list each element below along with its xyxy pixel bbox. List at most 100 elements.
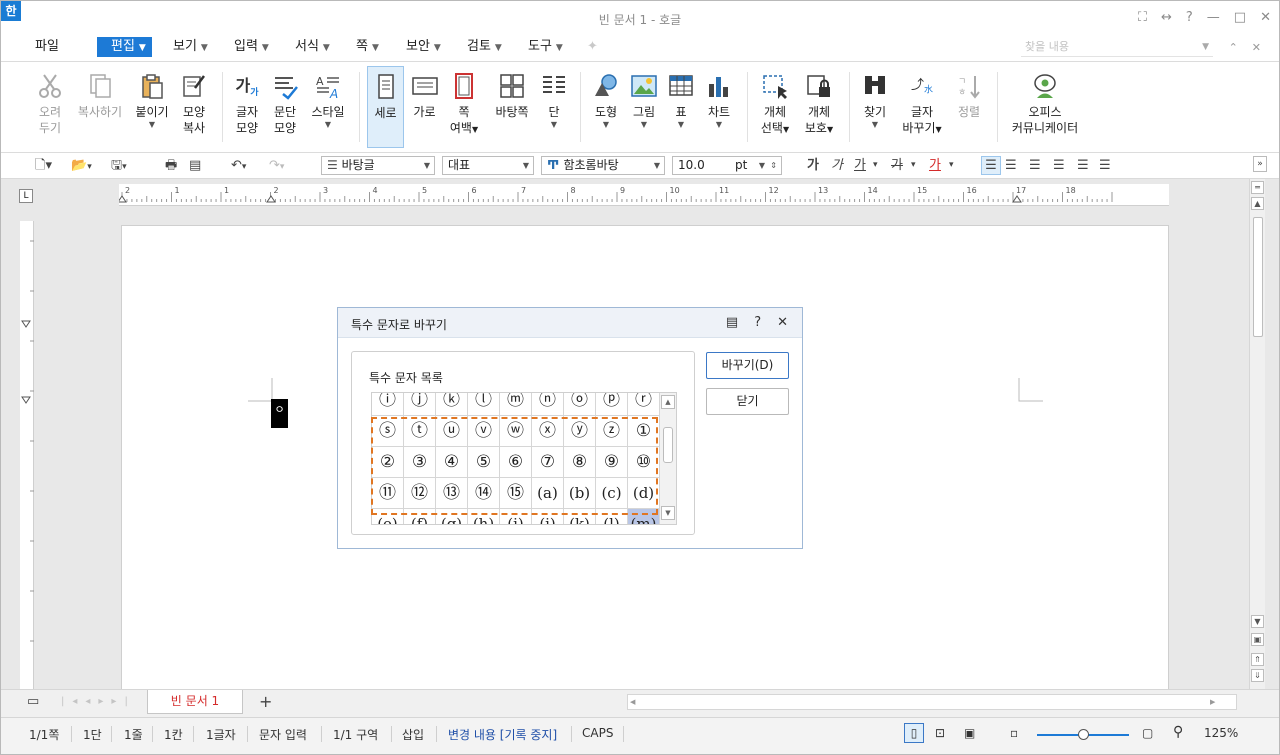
undo-icon[interactable]: ↶▾ [231, 156, 246, 175]
underline-button[interactable]: 가 [854, 156, 866, 175]
image-button[interactable]: 그림 ▼ [627, 66, 661, 148]
justify-align-icon[interactable]: ☰ [981, 156, 1001, 175]
resize-icon[interactable]: ↔ [1161, 10, 1172, 25]
char-cell[interactable]: (m) [628, 509, 660, 524]
zoom-level[interactable]: 125% [1204, 726, 1238, 740]
char-cell[interactable]: ⓤ [436, 416, 468, 447]
left-margin-marker[interactable] [266, 195, 276, 203]
right-margin-marker[interactable] [1012, 195, 1022, 203]
char-cell[interactable]: ⑦ [532, 447, 564, 478]
office-communicator-button[interactable]: 오피스 커뮤니케이터 [1005, 66, 1085, 148]
char-cell[interactable]: (c) [596, 478, 628, 509]
add-tab-button[interactable]: + [259, 692, 272, 711]
char-cell[interactable]: (h) [468, 509, 500, 524]
horizontal-orientation-button[interactable]: 가로 [406, 66, 443, 148]
scroll-left-button[interactable]: ◀ [630, 697, 642, 707]
font-size-input[interactable]: 10.0 pt ▼ ⇕ [672, 156, 782, 175]
scroll-down-button[interactable]: ▼ [1251, 615, 1264, 628]
char-replace-button[interactable]: ⤴水 글자 바꾸기▼ [897, 66, 947, 148]
object-protect-button[interactable]: 개체 보호▼ [799, 66, 839, 148]
char-cell[interactable]: (g) [436, 509, 468, 524]
font-color-button[interactable]: 가 [929, 156, 941, 175]
dialog-close-icon[interactable]: ✕ [777, 315, 788, 330]
style-select[interactable]: ☰ 바탕글 ▼ [321, 156, 435, 175]
char-cell[interactable]: ⓜ [500, 393, 532, 416]
zoom-in-icon[interactable]: ▢ [1142, 726, 1153, 740]
char-cell[interactable]: ⓦ [500, 416, 532, 447]
char-cell[interactable]: (f) [404, 509, 436, 524]
dialog-info-icon[interactable]: ▤ [726, 315, 738, 330]
sort-button[interactable]: ㄱㅎ 정렬 [951, 66, 987, 148]
menu-security[interactable]: 보안 ▼ [402, 37, 445, 57]
grid-scroll-thumb[interactable] [663, 427, 673, 463]
horizontal-ruler[interactable]: 2 1 1 2 3 4 5 6 7 8 9 10 11 12 13 14 15 16 17 18 [117, 184, 1169, 206]
align-left-icon[interactable]: ☰ [1005, 156, 1017, 175]
special-char-grid[interactable]: ⓘ ⓙ ⓚ ⓛ ⓜ ⓝ ⓞ ⓟ ⓡ ⓢ ⓣ ⓤ ⓥ ⓦ ⓧ ⓨ ⓩ ① ② ③ ④ ⑤ ⑥ ⑦ ⑧ ⑨ ⑩ ⑪ ⑫ ⑬ ⑭ ⑮ (a) (b) (c… [371, 392, 677, 525]
prev-page-button[interactable]: ⇑ [1251, 653, 1264, 666]
maximize-button[interactable]: □ [1234, 10, 1246, 25]
shape-button[interactable]: 도형 ▼ [587, 66, 625, 148]
language-select[interactable]: 대표 ▼ [442, 156, 534, 175]
char-cell[interactable]: ⓚ [436, 393, 468, 416]
table-button[interactable]: 표 ▼ [663, 66, 699, 148]
vertical-ruler[interactable] [20, 221, 34, 689]
align-right-icon[interactable]: ☰ [1053, 156, 1065, 175]
scroll-thumb[interactable] [1253, 217, 1263, 337]
preview-icon[interactable]: ▤ [189, 156, 201, 175]
char-cell[interactable]: (i) [500, 509, 532, 524]
char-cell[interactable]: ⓥ [468, 416, 500, 447]
char-cell[interactable]: ⑪ [372, 478, 404, 509]
char-cell[interactable]: ⓣ [404, 416, 436, 447]
zoom-search-icon[interactable]: ⚲ [1173, 724, 1183, 740]
redo-icon[interactable]: ↷▾ [269, 156, 284, 175]
normal-view-icon[interactable]: ▯ [904, 723, 924, 743]
extension-icon[interactable]: ✦ [583, 37, 602, 57]
menu-tools[interactable]: 도구 ▼ [524, 37, 567, 57]
tab-list-icon[interactable]: ▭ [27, 692, 39, 711]
close-button[interactable]: ✕ [1260, 10, 1271, 25]
minimize-button[interactable]: — [1207, 10, 1220, 25]
char-cell[interactable]: ⑥ [500, 447, 532, 478]
dialog-help-icon[interactable]: ? [754, 315, 761, 330]
new-document-icon[interactable]: 🗋▾ [35, 156, 52, 175]
bold-button[interactable]: 가 [807, 156, 819, 175]
char-cell[interactable]: ⑭ [468, 478, 500, 509]
status-insert-mode[interactable]: 삽입 [402, 726, 424, 743]
char-cell[interactable]: (d) [628, 478, 660, 509]
scroll-split-icon[interactable]: ═ [1251, 181, 1264, 194]
font-select[interactable]: Ͳ 함초롬바탕 ▼ [541, 156, 665, 175]
char-cell[interactable]: ⑧ [564, 447, 596, 478]
spin-icon[interactable]: ⇕ [770, 157, 777, 174]
print-icon[interactable]: 🖶 [165, 156, 177, 175]
chevron-down-icon[interactable]: ▾ [911, 156, 916, 175]
search-input[interactable]: 찾을 내용 ▼ [1021, 37, 1213, 57]
help-icon[interactable]: ? [1186, 10, 1193, 25]
char-cell[interactable]: ⓟ [596, 393, 628, 416]
char-cell[interactable]: ④ [436, 447, 468, 478]
copy-button[interactable]: 복사하기 [71, 66, 129, 148]
background-page-button[interactable]: 바탕쪽 [489, 66, 535, 148]
distribute-align-icon[interactable]: ☰ [1077, 156, 1089, 175]
zoom-slider-thumb[interactable] [1078, 729, 1089, 740]
next-page-button[interactable]: ⇓ [1251, 669, 1264, 682]
grid-scroll-down-button[interactable]: ▼ [661, 506, 675, 520]
char-cell[interactable]: ② [372, 447, 404, 478]
char-cell[interactable]: ⑤ [468, 447, 500, 478]
open-folder-icon[interactable]: 📂▾ [71, 156, 92, 175]
zoom-out-icon[interactable]: ▫ [1010, 726, 1018, 740]
menu-edit[interactable]: 편집 ▼ [97, 37, 152, 57]
fullscreen-icon[interactable]: ⛶ [1138, 10, 1147, 25]
char-cell[interactable]: ⑩ [628, 447, 660, 478]
char-cell[interactable]: ① [628, 416, 660, 447]
close-button[interactable]: 닫기 [706, 388, 789, 415]
vertical-orientation-button[interactable]: 세로 [367, 66, 404, 148]
replace-button[interactable]: 바꾸기(D) [706, 352, 789, 379]
align-center-icon[interactable]: ☰ [1029, 156, 1041, 175]
menu-insert[interactable]: 입력 ▼ [230, 37, 273, 57]
chart-button[interactable]: 차트 ▼ [701, 66, 737, 148]
find-button[interactable]: 찾기 ▼ [857, 66, 893, 148]
menu-view[interactable]: 보기 ▼ [169, 37, 212, 57]
char-cell[interactable]: ⓨ [564, 416, 596, 447]
paste-button[interactable]: 붙이기 ▼ [132, 66, 172, 148]
tab-document-1[interactable]: 빈 문서 1 [147, 690, 243, 714]
